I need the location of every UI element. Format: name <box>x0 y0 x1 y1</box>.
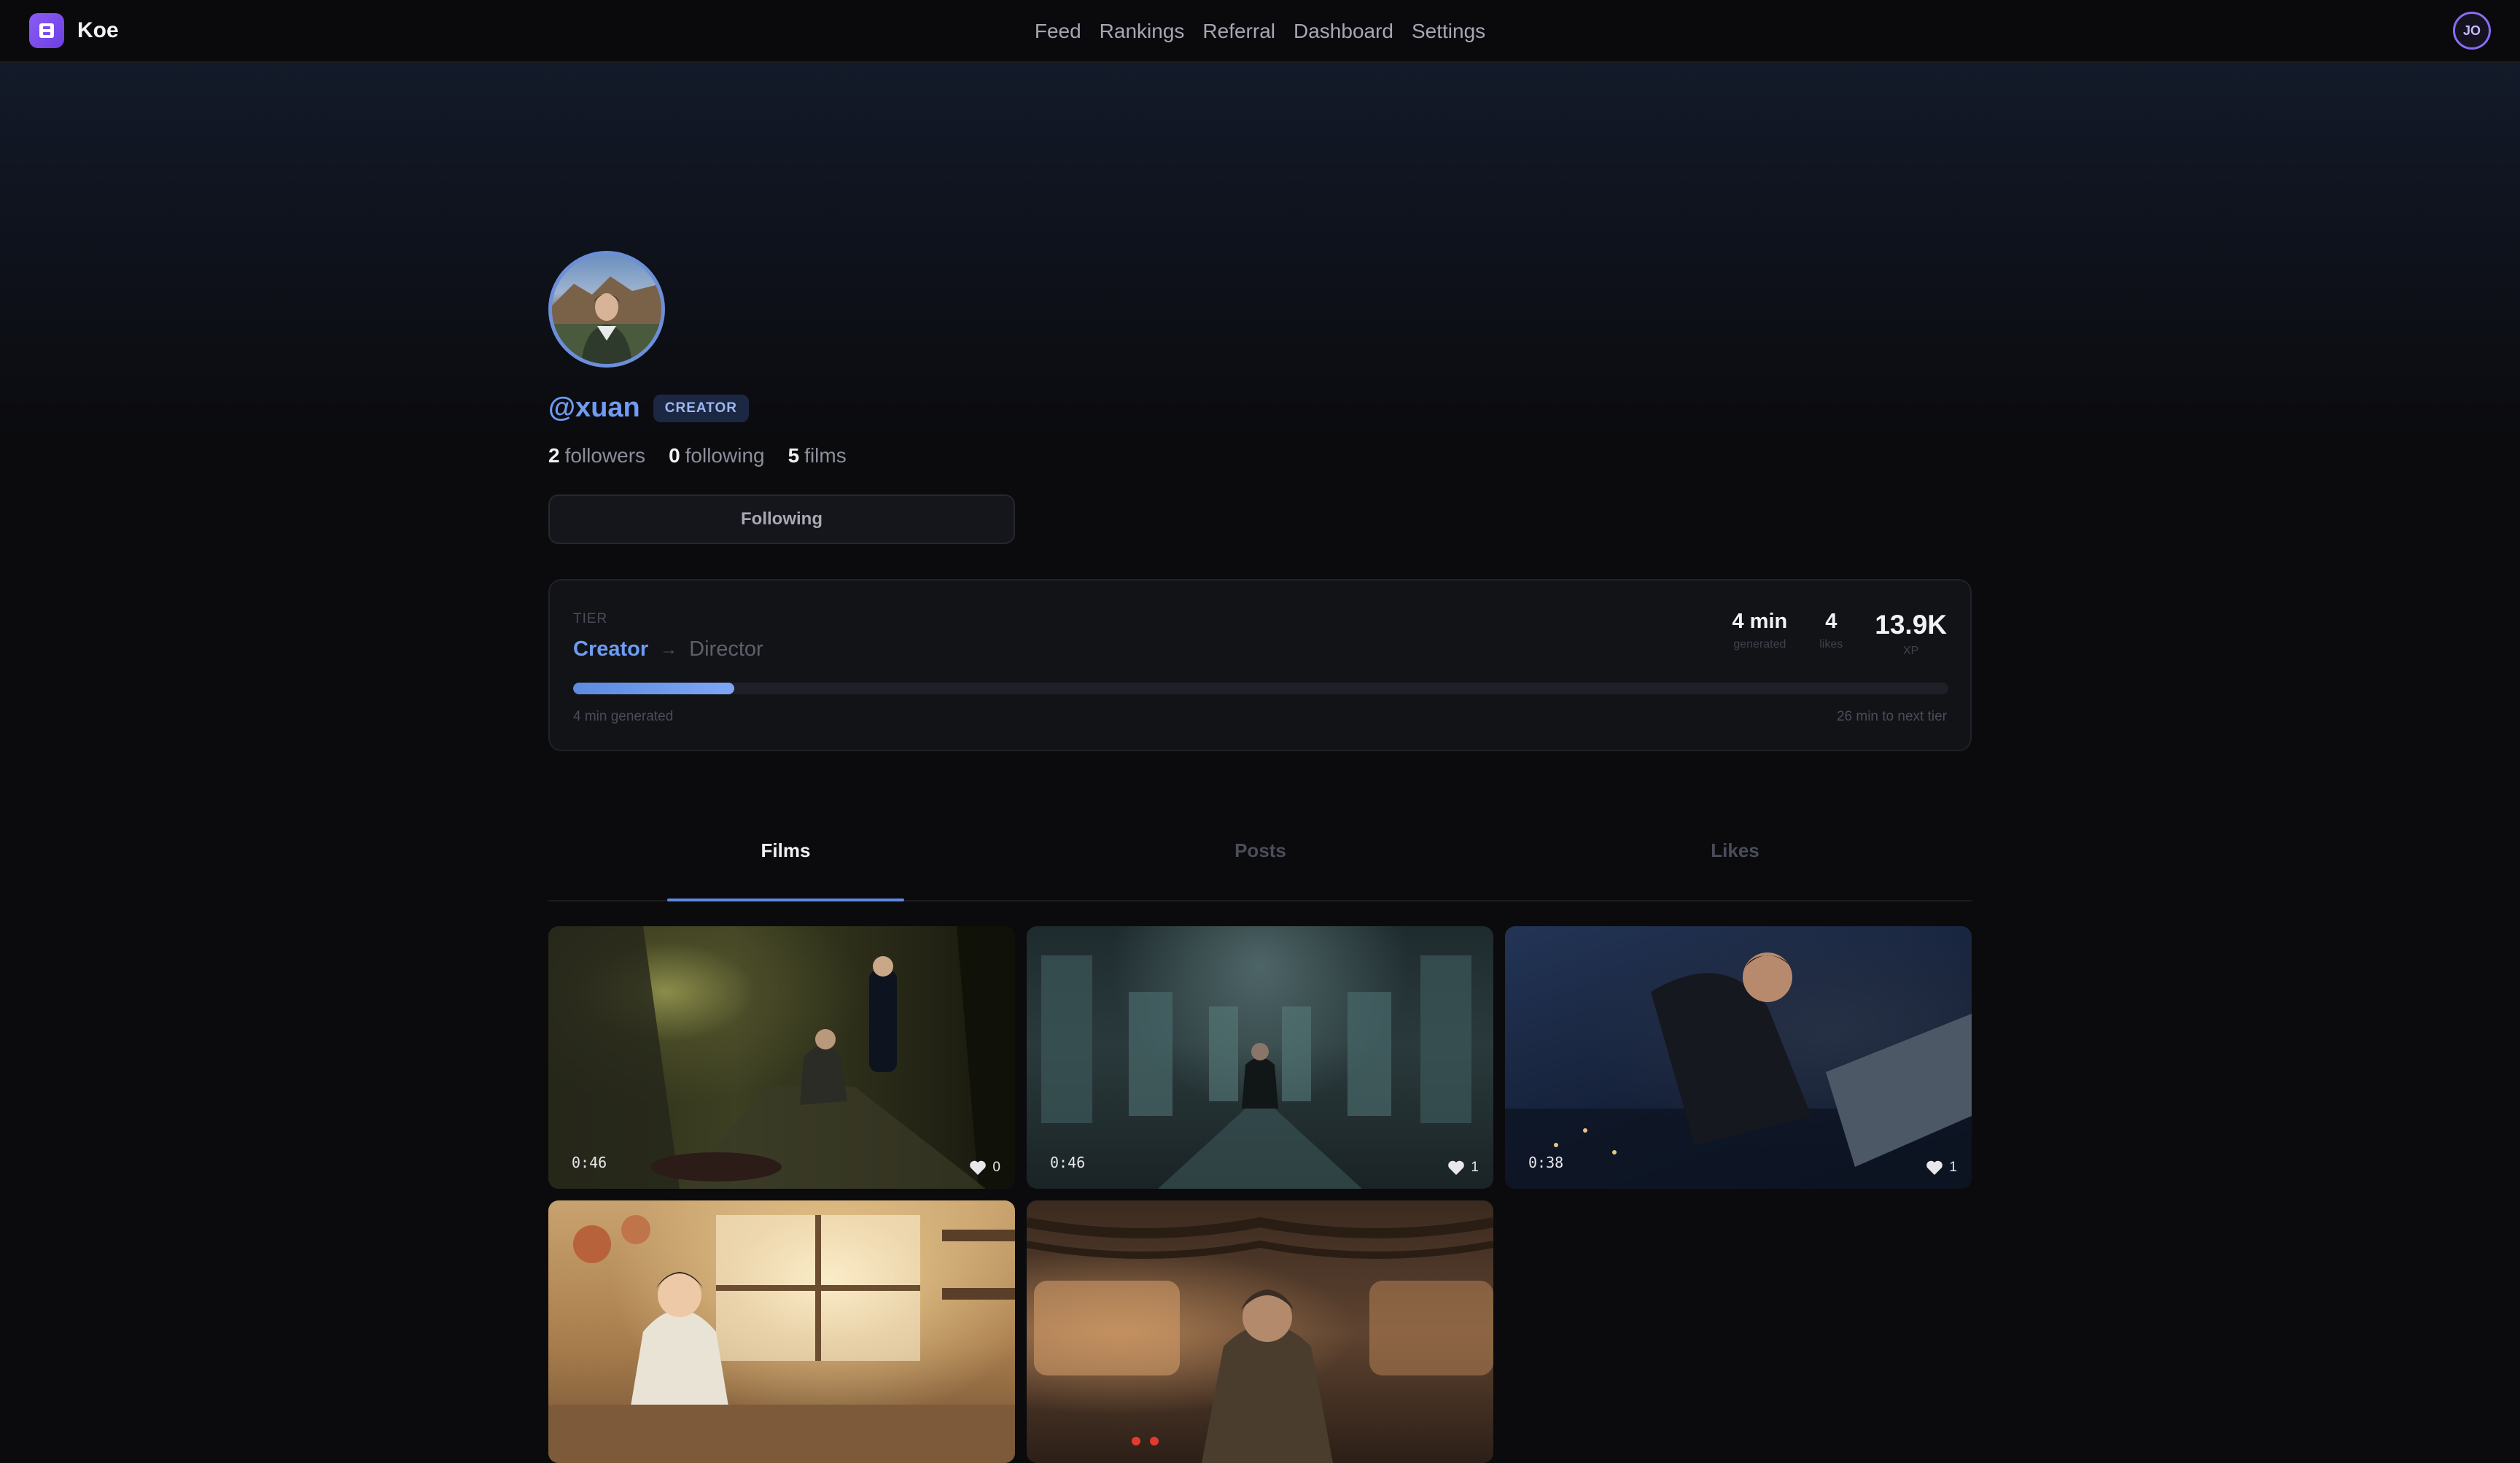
metric-label: XP <box>1902 645 1919 657</box>
active-tab-indicator <box>667 899 904 901</box>
film-duration: 0:38 <box>1528 1154 1564 1171</box>
tier-current: Creator <box>573 637 649 661</box>
films-label: films <box>804 444 847 467</box>
top-nav-bar: Koe Feed Rankings Referral Dashboard Set… <box>0 0 2520 63</box>
followers-stat[interactable]: 2 followers <box>548 444 645 467</box>
tier-label: TIER <box>573 611 608 626</box>
profile-avatar <box>548 251 665 368</box>
nav-link-feed[interactable]: Feed <box>1035 20 1081 43</box>
tier-next: Director <box>689 637 763 661</box>
films-stat: 5 films <box>788 444 847 467</box>
film-card[interactable] <box>1027 1200 1493 1463</box>
tier-card: TIER Creator → Director 4 min generated … <box>548 579 1972 751</box>
metric-value: 13.9K <box>1875 610 1947 640</box>
film-card[interactable]: 0:46 1 <box>1027 926 1493 1189</box>
following-label: following <box>685 444 765 467</box>
metric-xp: 13.9K XP <box>1875 610 1947 658</box>
profile-name-row: @xuan CREATOR <box>548 392 749 424</box>
film-likes: 1 <box>1926 1160 1957 1176</box>
tier-progress-fill <box>573 683 734 694</box>
profile-stats: 2 followers 0 following 5 films <box>548 444 847 467</box>
metric-value: 4 min <box>1732 610 1788 633</box>
nav-link-dashboard[interactable]: Dashboard <box>1294 20 1393 43</box>
films-count: 5 <box>788 444 800 467</box>
metric-likes: 4 likes <box>1819 610 1843 651</box>
following-stat[interactable]: 0 following <box>669 444 765 467</box>
tier-progress-bar <box>573 683 1948 694</box>
tab-likes[interactable]: Likes <box>1498 799 1972 901</box>
film-likes-count: 0 <box>992 1160 1000 1175</box>
metric-value: 4 <box>1825 610 1838 633</box>
profile-tabs: Films Posts Likes <box>548 799 1972 903</box>
film-card[interactable]: 0:46 0 <box>548 926 1015 1189</box>
tier-foot-left: 4 min generated <box>573 709 674 724</box>
brand-name: Koe <box>77 18 119 42</box>
tab-posts[interactable]: Posts <box>1023 799 1498 901</box>
brand[interactable]: Koe <box>29 13 119 48</box>
username: @xuan <box>548 392 640 423</box>
nav-link-settings[interactable]: Settings <box>1412 20 1485 43</box>
followers-count: 2 <box>548 444 560 467</box>
hero-background <box>0 63 2520 442</box>
film-duration: 0:46 <box>572 1154 607 1171</box>
nav-link-referral[interactable]: Referral <box>1202 20 1275 43</box>
following-count: 0 <box>669 444 680 467</box>
metric-label: generated <box>1733 638 1786 651</box>
metric-generated: 4 min generated <box>1732 610 1788 651</box>
followers-label: followers <box>564 444 646 467</box>
tab-films[interactable]: Films <box>548 799 1023 901</box>
tier-foot-right: 26 min to next tier <box>1836 709 1947 724</box>
tier-names: Creator → Director <box>573 637 763 661</box>
film-likes-count: 1 <box>1949 1160 1957 1175</box>
arrow-right-icon: → <box>660 639 678 659</box>
user-avatar-button[interactable]: JO <box>2453 12 2491 50</box>
main-nav: Feed Rankings Referral Dashboard Setting… <box>1035 0 1485 63</box>
tier-metrics: 4 min generated 4 likes 13.9K XP <box>1732 610 1948 658</box>
role-badge: CREATOR <box>653 394 749 422</box>
heart-icon <box>970 1160 987 1175</box>
film-duration: 0:46 <box>1050 1154 1086 1171</box>
film-likes: 0 <box>969 1160 1000 1176</box>
nav-link-rankings[interactable]: Rankings <box>1100 20 1185 43</box>
film-card[interactable] <box>548 1200 1015 1463</box>
metric-label: likes <box>1819 638 1843 651</box>
film-likes-count: 1 <box>1471 1160 1479 1175</box>
heart-icon <box>1926 1160 1943 1175</box>
following-button[interactable]: Following <box>548 494 1015 544</box>
film-likes: 1 <box>1447 1160 1479 1176</box>
film-card[interactable]: 0:38 1 <box>1505 926 1972 1189</box>
heart-icon <box>1448 1160 1465 1175</box>
film-logo-icon <box>29 13 64 48</box>
